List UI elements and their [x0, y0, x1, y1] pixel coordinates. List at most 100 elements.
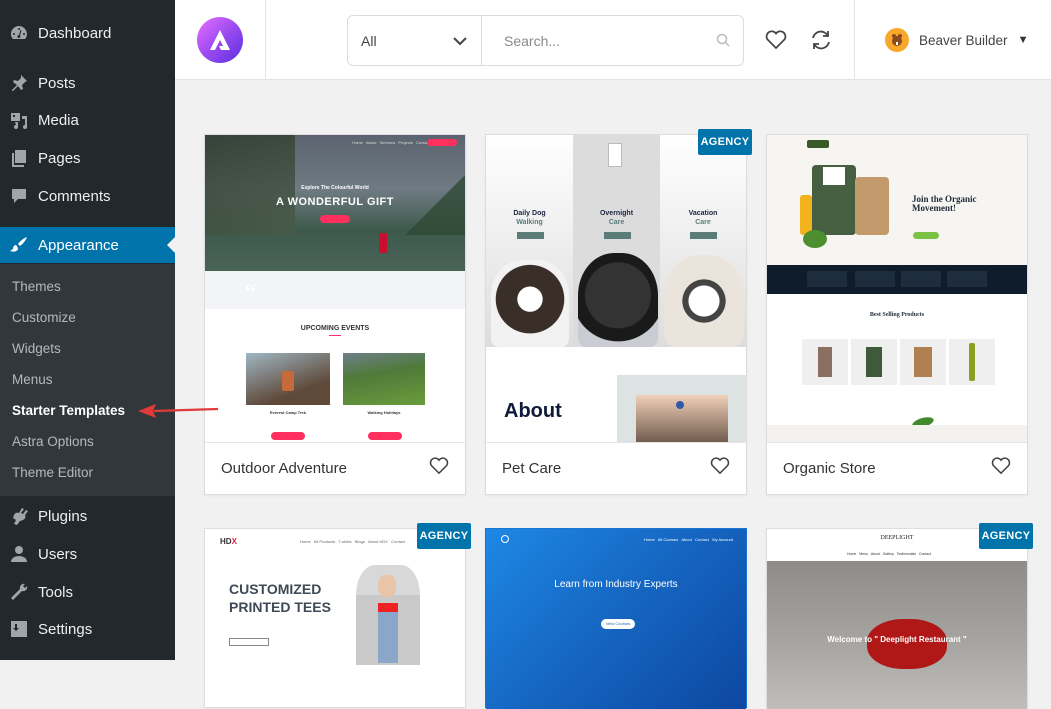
card-footer: Pet Care	[486, 443, 746, 494]
submenu-widgets[interactable]: Widgets	[12, 341, 61, 356]
user-icon	[8, 543, 30, 565]
settings-icon	[8, 618, 30, 640]
sidebar-item-label: Dashboard	[38, 24, 112, 42]
hero-title: Learn from Industry Experts	[554, 579, 678, 590]
submenu-customize[interactable]: Customize	[12, 310, 76, 325]
favorite-heart-icon[interactable]	[429, 457, 449, 480]
card-footer: Outdoor Adventure	[205, 443, 465, 494]
submenu-menus[interactable]: Menus	[12, 372, 53, 387]
header-divider	[854, 0, 855, 80]
sidebar-item-label: Tools	[38, 583, 74, 601]
sidebar-item-media[interactable]: Media	[0, 102, 175, 138]
event-title: Walking Holidays	[367, 410, 401, 415]
template-card-pet-care[interactable]: AGENCY Daily Dog Walking Overnight Care …	[485, 129, 752, 495]
hero-title-line1: CUSTOMIZED	[229, 581, 322, 597]
sidebar-item-label: Plugins	[38, 507, 88, 525]
section-title: Best Selling Products	[869, 312, 925, 318]
agency-badge: AGENCY	[979, 523, 1033, 549]
event-title: Everest Camp Trek	[269, 410, 307, 415]
template-title: Organic Store	[783, 460, 876, 477]
hero-kicker: Explore The Colourful World	[301, 185, 369, 191]
sidebar-item-settings[interactable]: Settings	[0, 611, 175, 647]
sidebar-item-label: Posts	[38, 74, 76, 92]
service-title: Overnight	[599, 210, 634, 217]
template-preview: Join the Organic Movement! Best Selling …	[767, 135, 1027, 443]
plug-icon	[8, 505, 30, 527]
filter-value: All	[361, 32, 377, 49]
sidebar-item-users[interactable]: Users	[0, 536, 175, 572]
comment-icon	[8, 185, 30, 207]
annotation-arrow-icon	[138, 404, 219, 418]
sidebar-item-plugins[interactable]: Plugins	[0, 498, 175, 534]
template-preview: Daily Dog Walking Overnight Care Vacatio…	[486, 135, 746, 443]
sidebar-item-label: Appearance	[38, 236, 119, 254]
template-preview: Home All Courses About Contact My Accoun…	[486, 529, 746, 709]
hero-title: A WONDERFUL GIFT	[276, 196, 394, 208]
template-title: Outdoor Adventure	[221, 460, 347, 477]
section-title: UPCOMING EVENTS	[300, 325, 370, 332]
template-preview: HDX Home All Products T-shirts Blogs Abo…	[205, 529, 465, 709]
service-subtitle: Care	[695, 219, 711, 226]
submenu-starter-templates[interactable]: Starter Templates	[12, 403, 125, 418]
page-builder-label: Beaver Builder	[919, 32, 1008, 48]
starter-templates-header: All Beaver Builder ▼	[175, 0, 1051, 80]
search-icon[interactable]	[703, 16, 743, 65]
agency-badge: AGENCY	[417, 523, 471, 549]
page-builder-selector[interactable]: Beaver Builder ▼	[885, 28, 1028, 52]
sidebar-item-appearance[interactable]: Appearance	[0, 227, 175, 263]
sidebar-item-label: Pages	[38, 149, 81, 167]
hero-button: View Courses	[601, 619, 635, 629]
features-bar	[767, 265, 1027, 294]
wrench-icon	[8, 581, 30, 603]
template-card-outdoor-adventure[interactable]: Home About Services Projects Contact Exp…	[204, 134, 466, 495]
submenu-themes[interactable]: Themes	[12, 279, 61, 294]
hero-image: Home About Services Projects Contact Exp…	[205, 135, 465, 271]
page-builder-filter[interactable]: All	[348, 16, 482, 65]
chevron-down-icon	[453, 33, 467, 49]
appearance-submenu: Themes Customize Widgets Menus Starter T…	[0, 264, 175, 496]
testimonial-section: “	[205, 271, 465, 309]
pin-icon	[8, 72, 30, 94]
favorite-heart-icon[interactable]	[710, 457, 730, 480]
service-title: Daily Dog	[513, 210, 546, 217]
sidebar-item-label: Comments	[38, 187, 111, 205]
sidebar-item-label: Users	[38, 545, 78, 563]
template-card-restaurant[interactable]: AGENCY DEEPLIGHT Home Menu About Gallery…	[766, 523, 1033, 709]
favorite-heart-icon[interactable]	[991, 457, 1011, 480]
agency-badge: AGENCY	[698, 129, 752, 155]
hero-title-line2: PRINTED TEES	[229, 599, 331, 615]
sidebar-item-dashboard[interactable]: Dashboard	[0, 15, 175, 51]
dashboard-icon	[8, 22, 30, 44]
sidebar-item-pages[interactable]: Pages	[0, 140, 175, 176]
service-title: Vacation	[688, 210, 718, 217]
hero-title: Join the Organic Movement!	[912, 194, 977, 213]
template-title: Pet Care	[502, 460, 562, 477]
caret-down-icon: ▼	[1017, 34, 1029, 46]
media-icon	[8, 109, 30, 131]
service-subtitle: Care	[608, 219, 625, 226]
template-preview: DEEPLIGHT Home Menu About Gallery Testim…	[767, 529, 1027, 709]
hero-title: Welcome to " Deeplight Restaurant "	[827, 635, 967, 644]
search-group: All	[347, 15, 744, 66]
template-card-organic-store[interactable]: Join the Organic Movement! Best Selling …	[766, 134, 1028, 495]
sidebar-item-comments[interactable]: Comments	[0, 178, 175, 214]
astra-logo[interactable]	[175, 0, 266, 80]
pages-icon	[8, 147, 30, 169]
submenu-astra-options[interactable]: Astra Options	[12, 434, 94, 449]
active-indicator	[167, 237, 175, 253]
template-preview: Home About Services Projects Contact Exp…	[205, 135, 465, 443]
admin-sidebar: Dashboard Posts Media Pages Comments App…	[0, 0, 175, 660]
template-card-printed-tees[interactable]: AGENCY HDX Home All Products T-shirts Bl…	[204, 523, 471, 709]
template-card-online-courses[interactable]: Home All Courses About Contact My Accoun…	[485, 528, 747, 709]
card-footer: Organic Store	[767, 443, 1027, 494]
service-subtitle: Walking	[516, 219, 543, 226]
favorites-heart-icon[interactable]	[764, 28, 788, 52]
sync-refresh-icon[interactable]	[809, 28, 833, 52]
paintbrush-icon	[8, 234, 30, 256]
sidebar-item-tools[interactable]: Tools	[0, 574, 175, 610]
submenu-theme-editor[interactable]: Theme Editor	[12, 465, 93, 480]
sidebar-item-label: Media	[38, 111, 79, 129]
sidebar-item-posts[interactable]: Posts	[0, 65, 175, 101]
search-input[interactable]	[482, 16, 703, 65]
astra-logo-icon	[197, 17, 243, 63]
